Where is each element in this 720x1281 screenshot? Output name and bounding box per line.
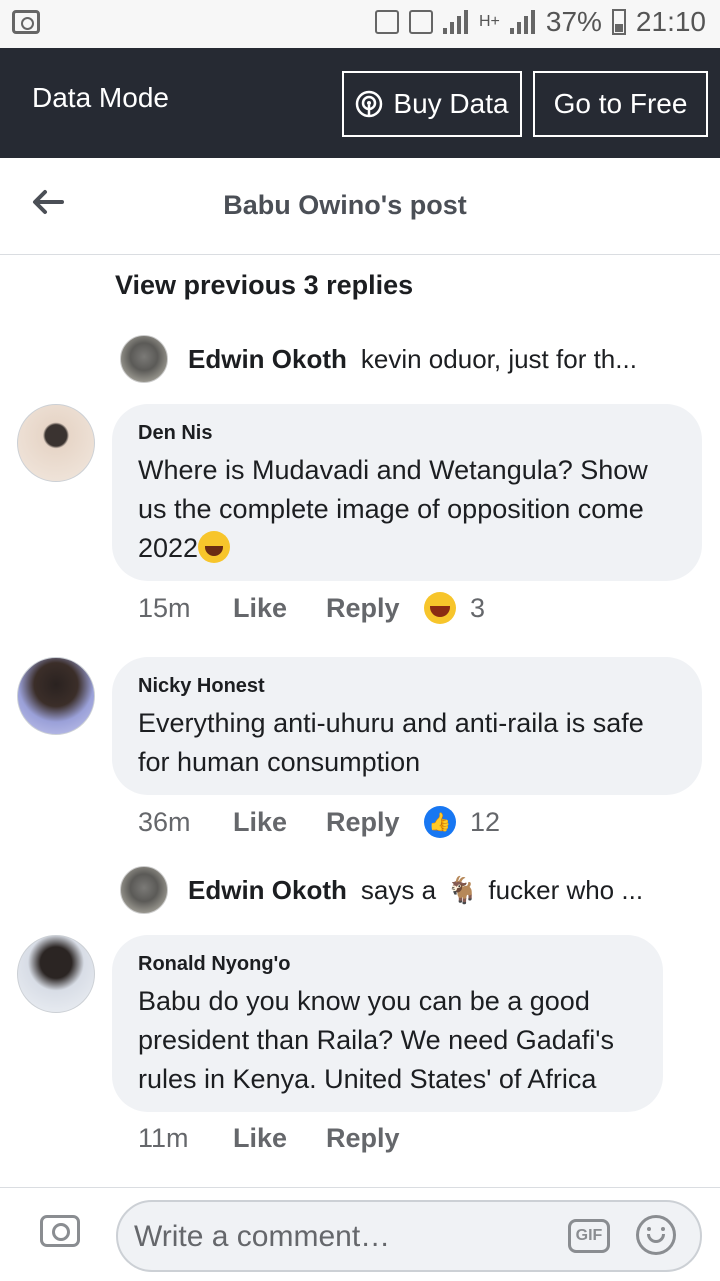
- reply-snippet: kevin oduor, just for th...: [360, 343, 637, 374]
- reply-preview[interactable]: Edwin Okoth kevin oduor, just for th...: [120, 334, 680, 384]
- network-type: H+: [478, 13, 500, 30]
- clock: 21:10: [635, 6, 706, 37]
- buy-data-button[interactable]: Buy Data: [342, 71, 522, 137]
- gif-icon[interactable]: GIF: [568, 1219, 610, 1253]
- comment-text: Babu do you know you can be a good presi…: [138, 986, 614, 1094]
- reply-author[interactable]: Edwin Okoth: [188, 875, 347, 906]
- go-to-free-button[interactable]: Go to Free: [533, 71, 708, 137]
- comment-text: Everything anti-uhuru and anti-raila is …: [138, 708, 644, 777]
- cast-icon: [374, 10, 399, 34]
- reaction-count[interactable]: 3: [470, 593, 485, 624]
- comment-input-wrapper[interactable]: GIF: [116, 1200, 702, 1272]
- call-icon: [408, 10, 433, 34]
- reply-button[interactable]: Reply: [326, 1123, 424, 1154]
- post-header: Babu Owino's post: [0, 158, 720, 255]
- signal-icon: [442, 10, 469, 34]
- reply-button[interactable]: Reply: [326, 593, 424, 624]
- broadcast-icon: [356, 90, 383, 118]
- emoji-icon[interactable]: [636, 1215, 676, 1255]
- comment-actions: 36m Like Reply 👍 12: [138, 806, 500, 838]
- comment-author[interactable]: Den Nis: [138, 422, 676, 445]
- battery-percent: 37%: [545, 6, 602, 37]
- comment-text: Where is Mudavadi and Wetangula? Show us…: [138, 455, 648, 563]
- comment-author[interactable]: Nicky Honest: [138, 675, 676, 698]
- comment-bubble[interactable]: Den Nis Where is Mudavadi and Wetangula?…: [112, 404, 702, 581]
- comment-input[interactable]: [132, 1214, 556, 1260]
- avatar[interactable]: [120, 866, 168, 914]
- comment-author[interactable]: Ronald Nyong'o: [138, 953, 637, 976]
- signal-icon-2: [509, 10, 536, 34]
- status-icons: H+ 37% 21:10: [374, 6, 706, 38]
- comment-bubble[interactable]: Ronald Nyong'o Babu do you know you can …: [112, 935, 663, 1112]
- like-button[interactable]: Like: [233, 807, 326, 838]
- view-previous-replies-link[interactable]: View previous 3 replies: [115, 270, 413, 301]
- reply-author[interactable]: Edwin Okoth: [188, 344, 347, 375]
- go-to-free-label: Go to Free: [553, 88, 688, 119]
- reply-button[interactable]: Reply: [326, 807, 424, 838]
- reply-snippet: says a 🐐 fucker who ...: [360, 874, 644, 905]
- camera-icon[interactable]: [40, 1215, 80, 1247]
- comment-bubble[interactable]: Nicky Honest Everything anti-uhuru and a…: [112, 657, 702, 795]
- avatar[interactable]: [17, 657, 95, 735]
- comment-time: 11m: [138, 1123, 189, 1153]
- comment-composer: GIF: [0, 1187, 720, 1281]
- status-bar: H+ 37% 21:10: [0, 0, 720, 48]
- reaction-count[interactable]: 12: [470, 807, 500, 838]
- buy-data-label: Buy Data: [393, 88, 509, 119]
- like-button[interactable]: Like: [233, 593, 326, 624]
- like-reaction-icon[interactable]: 👍: [424, 806, 456, 838]
- haha-reaction-icon[interactable]: [424, 592, 456, 624]
- data-mode-bar: Data Mode Buy Data Go to Free: [0, 48, 720, 158]
- like-button[interactable]: Like: [233, 1123, 326, 1154]
- comment-time: 15m: [138, 592, 191, 623]
- data-mode-title: Data Mode: [32, 82, 169, 113]
- page-title: Babu Owino's post: [223, 190, 467, 220]
- comment-actions: 11m Like Reply: [138, 1123, 424, 1154]
- avatar[interactable]: [17, 935, 95, 1013]
- comment-time: 36m: [138, 806, 191, 837]
- avatar[interactable]: [17, 404, 95, 482]
- comment-actions: 15m Like Reply 3: [138, 592, 485, 624]
- battery-icon: [611, 9, 626, 35]
- avatar[interactable]: [120, 335, 168, 383]
- reply-preview[interactable]: Edwin Okoth says a 🐐 fucker who ...: [120, 865, 680, 915]
- laughing-tears-emoji-icon: [198, 531, 231, 563]
- screenshot-icon: [12, 10, 40, 34]
- goat-emoji-icon: 🐐: [446, 874, 479, 905]
